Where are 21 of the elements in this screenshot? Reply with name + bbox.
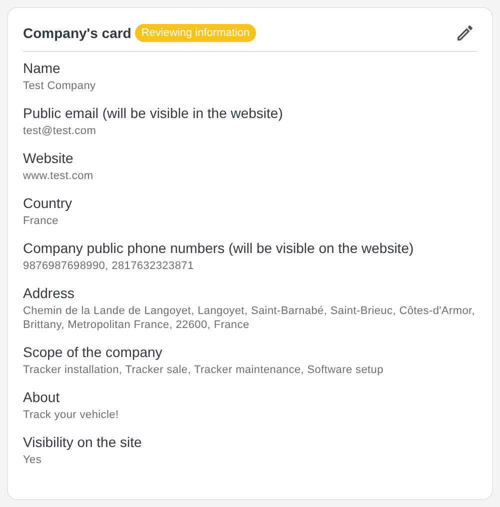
field-value: Tracker installation, Tracker sale, Tracker maintenance, Software setup <box>23 363 384 377</box>
field-value: www.test.com <box>23 169 94 183</box>
field-value: Test Company <box>23 79 97 93</box>
status-badge: Reviewing information <box>135 24 256 42</box>
field-value: Track your vehicle! <box>23 408 120 422</box>
field-label: Public email (will be visible in the website) <box>23 104 284 122</box>
field-label: Company public phone numbers (will be visible on the website) <box>23 239 415 257</box>
field-label: Scope of the company <box>23 343 164 361</box>
card-title: Company's card <box>23 24 132 43</box>
field-label: Visibility on the site <box>23 433 143 451</box>
field-value: Yes <box>23 453 43 467</box>
field-label: Name <box>23 59 62 77</box>
pencil-icon <box>455 23 475 43</box>
field-label: Country <box>23 194 74 212</box>
field-value: France <box>23 214 60 228</box>
field-value: test@test.com <box>23 124 98 138</box>
field-label: About <box>23 388 61 406</box>
field-value: 9876987698990, 2817632323871 <box>23 259 195 273</box>
field-value: Chemin de la Lande de Langoyet, Langoyet, Saint-Barnabé, Saint-Brieuc, Côtes-d'Armor, Brittany, Metropolitan France, 22600, France <box>23 304 476 332</box>
field-label: Website <box>23 149 74 167</box>
field-label: Address <box>23 284 76 302</box>
